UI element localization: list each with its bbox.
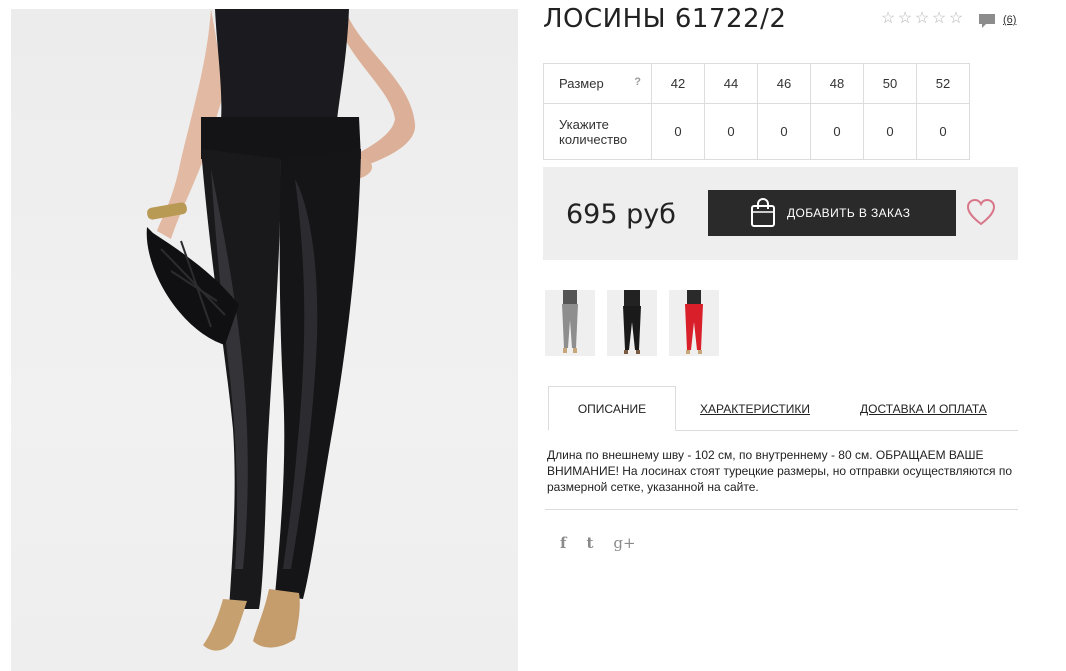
product-description: Длина по внешнему шву - 102 см, по внутр… [547, 448, 1013, 494]
twitter-icon[interactable]: t [586, 534, 593, 552]
rating-stars[interactable]: ☆ ☆ ☆ ☆ ☆ [880, 11, 964, 27]
quantity-input-52[interactable]: 0 [916, 103, 970, 160]
quantity-input-50[interactable]: 0 [863, 103, 917, 160]
shopping-bag-icon [751, 198, 775, 227]
add-to-order-button[interactable]: ДОБАВИТЬ В ЗАКАЗ [708, 190, 956, 236]
size-row: Размер ? 42 44 46 48 50 52 [543, 63, 970, 104]
quantity-input-48[interactable]: 0 [810, 103, 864, 160]
star-icon[interactable]: ☆ [948, 11, 964, 27]
facebook-icon[interactable]: f [560, 534, 566, 552]
quantity-input-46[interactable]: 0 [757, 103, 811, 160]
quantity-input-44[interactable]: 0 [704, 103, 758, 160]
thumbnail-red[interactable] [669, 290, 719, 356]
product-main-image[interactable] [11, 9, 518, 671]
thumbnail-black[interactable] [607, 290, 657, 356]
social-share: f t g+ [560, 534, 636, 552]
googleplus-icon[interactable]: g+ [613, 534, 635, 552]
quantity-row: Укажите количество 0 0 0 0 0 0 [543, 103, 970, 160]
size-cell: 50 [863, 63, 917, 104]
divider [545, 509, 1018, 510]
size-cell: 46 [757, 63, 811, 104]
size-quantity-table: Размер ? 42 44 46 48 50 52 Укажите колич… [543, 63, 970, 160]
star-icon[interactable]: ☆ [880, 11, 896, 27]
thumbnail-gallery [545, 290, 719, 356]
comment-count-link[interactable]: (6) [1003, 14, 1016, 26]
comment-icon[interactable] [978, 13, 996, 29]
star-icon[interactable]: ☆ [914, 11, 930, 27]
quantity-label: Укажите количество [543, 103, 652, 160]
price-panel: 695 руб ДОБАВИТЬ В ЗАКАЗ [543, 167, 1018, 260]
tab-characteristics[interactable]: ХАРАКТЕРИСТИКИ [700, 386, 810, 431]
tab-description[interactable]: ОПИСАНИЕ [548, 386, 676, 431]
product-title: ЛОСИНЫ 61722/2 [543, 4, 787, 34]
size-cell: 44 [704, 63, 758, 104]
size-cell: 42 [651, 63, 705, 104]
star-icon[interactable]: ☆ [931, 11, 947, 27]
size-help-icon[interactable]: ? [634, 76, 641, 88]
model-illustration [146, 9, 416, 651]
tab-delivery[interactable]: ДОСТАВКА И ОПЛАТА [860, 386, 987, 431]
thumbnail-grey[interactable] [545, 290, 595, 356]
size-cell: 52 [916, 63, 970, 104]
size-label: Размер [559, 76, 604, 91]
quantity-input-42[interactable]: 0 [651, 103, 705, 160]
star-icon[interactable]: ☆ [897, 11, 913, 27]
product-tabs: ОПИСАНИЕ ХАРАКТЕРИСТИКИ ДОСТАВКА И ОПЛАТ… [548, 386, 1018, 431]
add-to-order-label: ДОБАВИТЬ В ЗАКАЗ [787, 206, 911, 220]
size-cell: 48 [810, 63, 864, 104]
size-header-cell: Размер ? [543, 63, 652, 104]
heart-icon[interactable] [966, 198, 996, 226]
price: 695 руб [566, 199, 676, 230]
